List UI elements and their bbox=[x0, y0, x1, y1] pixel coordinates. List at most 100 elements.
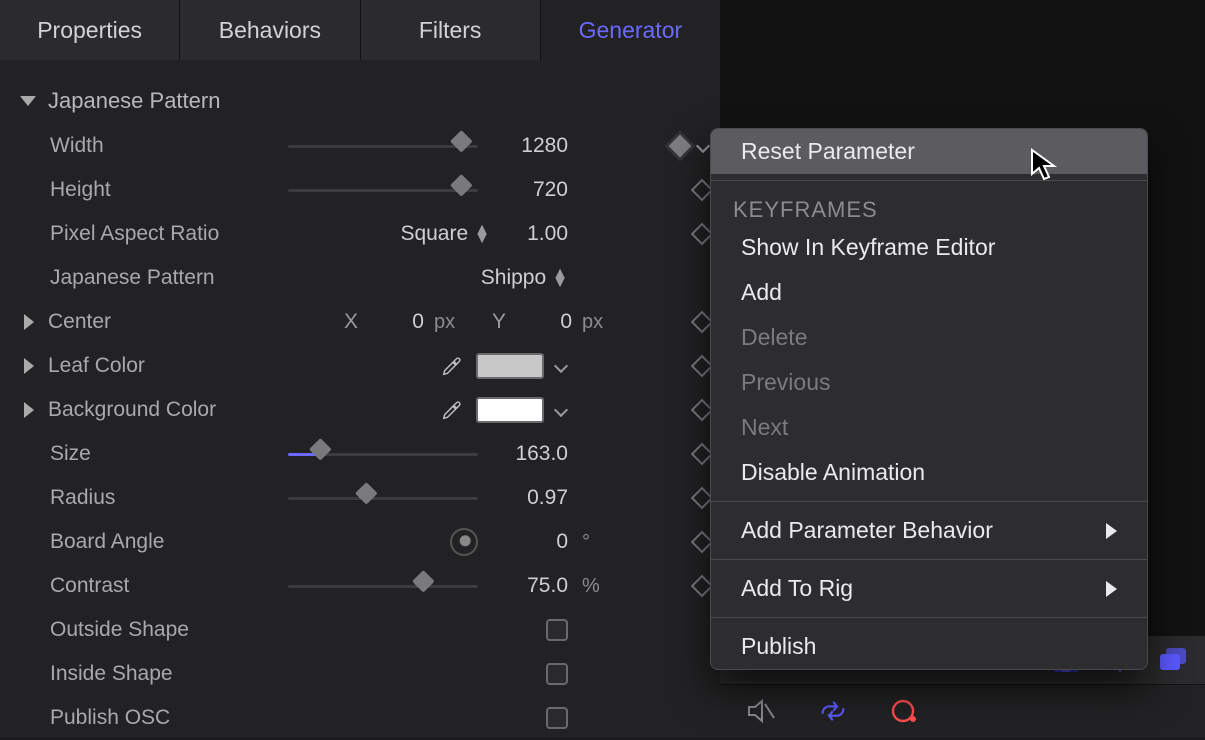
menu-disable-animation[interactable]: Disable Animation bbox=[711, 450, 1147, 495]
param-row-outside-shape: Outside Shape bbox=[20, 608, 710, 652]
width-slider[interactable] bbox=[288, 136, 478, 156]
radius-value[interactable]: 0.97 bbox=[488, 486, 568, 510]
menu-add-to-rig[interactable]: Add To Rig bbox=[711, 566, 1147, 611]
menu-previous: Previous bbox=[711, 360, 1147, 405]
param-row-bg-color: Background Color bbox=[20, 388, 710, 432]
stack-icon[interactable] bbox=[1159, 645, 1189, 675]
outside-checkbox[interactable] bbox=[546, 619, 568, 641]
menu-separator bbox=[711, 501, 1147, 502]
param-label: Pixel Aspect Ratio bbox=[50, 222, 250, 246]
menu-item-label: Add Parameter Behavior bbox=[741, 517, 993, 544]
par-select[interactable]: Square ▲▼ bbox=[400, 222, 490, 246]
param-row-publish-osc: Publish OSC bbox=[20, 696, 710, 740]
contrast-slider[interactable] bbox=[288, 576, 478, 596]
param-label: Board Angle bbox=[50, 530, 250, 554]
group-japanese-pattern[interactable]: Japanese Pattern bbox=[20, 88, 710, 114]
eyedropper-icon[interactable] bbox=[438, 396, 466, 424]
menu-item-label: Add To Rig bbox=[741, 575, 853, 602]
disclosure-right-icon[interactable] bbox=[24, 314, 34, 330]
pattern-select-value: Shippo bbox=[481, 266, 546, 290]
angle-value[interactable]: 0 bbox=[488, 530, 568, 554]
param-label: Outside Shape bbox=[50, 618, 250, 642]
menu-section-keyframes: KEYFRAMES bbox=[711, 187, 1147, 225]
menu-separator bbox=[711, 559, 1147, 560]
submenu-arrow-icon bbox=[1106, 523, 1117, 539]
menu-separator bbox=[711, 617, 1147, 618]
timing-toolbar bbox=[720, 685, 1205, 737]
parameter-list: Japanese Pattern Width 1280 Height bbox=[0, 60, 720, 740]
contrast-unit: % bbox=[582, 575, 610, 598]
param-label: Background Color bbox=[48, 398, 224, 422]
color-menu-icon[interactable] bbox=[554, 403, 568, 417]
param-label: Inside Shape bbox=[50, 662, 250, 686]
record-icon[interactable] bbox=[890, 696, 920, 726]
menu-next: Next bbox=[711, 405, 1147, 450]
inside-checkbox[interactable] bbox=[546, 663, 568, 685]
param-label: Center bbox=[48, 310, 224, 334]
color-menu-icon[interactable] bbox=[554, 359, 568, 373]
menu-separator bbox=[711, 180, 1147, 181]
mute-icon[interactable] bbox=[746, 696, 776, 726]
disclosure-right-icon[interactable] bbox=[24, 358, 34, 374]
submenu-arrow-icon bbox=[1106, 581, 1117, 597]
param-row-center: Center X 0 px Y 0 px bbox=[20, 300, 710, 344]
param-label: Radius bbox=[50, 486, 250, 510]
x-unit: px bbox=[434, 311, 462, 334]
contrast-value[interactable]: 75.0 bbox=[488, 574, 568, 598]
height-value[interactable]: 720 bbox=[488, 178, 568, 202]
param-row-contrast: Contrast 75.0 % bbox=[20, 564, 710, 608]
param-label: Japanese Pattern bbox=[50, 266, 250, 290]
eyedropper-icon[interactable] bbox=[438, 352, 466, 380]
param-label: Width bbox=[50, 134, 250, 158]
osc-checkbox[interactable] bbox=[546, 707, 568, 729]
updown-icon: ▲▼ bbox=[552, 269, 568, 287]
angle-dial[interactable] bbox=[450, 528, 478, 556]
param-label: Publish OSC bbox=[50, 706, 250, 730]
param-label: Size bbox=[50, 442, 250, 466]
tab-properties[interactable]: Properties bbox=[0, 0, 180, 60]
loop-icon[interactable] bbox=[818, 696, 848, 726]
width-value[interactable]: 1280 bbox=[488, 134, 568, 158]
bg-color-well[interactable] bbox=[476, 397, 544, 423]
menu-add[interactable]: Add bbox=[711, 270, 1147, 315]
animation-context-menu: Reset Parameter KEYFRAMES Show In Keyfra… bbox=[710, 128, 1148, 670]
size-value[interactable]: 163.0 bbox=[488, 442, 568, 466]
param-row-leaf-color: Leaf Color bbox=[20, 344, 710, 388]
param-row-inside-shape: Inside Shape bbox=[20, 652, 710, 696]
x-label: X bbox=[344, 310, 358, 334]
tab-behaviors[interactable]: Behaviors bbox=[180, 0, 360, 60]
param-row-height: Height 720 bbox=[20, 168, 710, 212]
menu-show-in-keyframe-editor[interactable]: Show In Keyframe Editor bbox=[711, 225, 1147, 270]
group-title: Japanese Pattern bbox=[48, 88, 220, 114]
param-row-width: Width 1280 bbox=[20, 124, 710, 168]
keyframe-icon[interactable] bbox=[669, 135, 692, 158]
param-label: Height bbox=[50, 178, 250, 202]
radius-slider[interactable] bbox=[288, 488, 478, 508]
disclosure-down-icon bbox=[20, 96, 36, 106]
size-slider[interactable] bbox=[288, 444, 478, 464]
menu-reset-parameter[interactable]: Reset Parameter bbox=[711, 129, 1147, 174]
param-row-par: Pixel Aspect Ratio Square ▲▼ 1.00 bbox=[20, 212, 710, 256]
param-label: Leaf Color bbox=[48, 354, 224, 378]
param-row-size: Size 163.0 bbox=[20, 432, 710, 476]
y-unit: px bbox=[582, 311, 610, 334]
menu-delete: Delete bbox=[711, 315, 1147, 360]
inspector-panel: Properties Behaviors Filters Generator J… bbox=[0, 0, 720, 737]
pattern-select[interactable]: Shippo ▲▼ bbox=[481, 266, 568, 290]
disclosure-right-icon[interactable] bbox=[24, 402, 34, 418]
tab-filters[interactable]: Filters bbox=[361, 0, 541, 60]
leaf-color-well[interactable] bbox=[476, 353, 544, 379]
center-x-value[interactable]: 0 bbox=[364, 310, 424, 334]
param-label: Contrast bbox=[50, 574, 250, 598]
height-slider[interactable] bbox=[288, 180, 478, 200]
tab-generator[interactable]: Generator bbox=[541, 0, 720, 60]
inspector-tabs: Properties Behaviors Filters Generator bbox=[0, 0, 720, 60]
menu-add-parameter-behavior[interactable]: Add Parameter Behavior bbox=[711, 508, 1147, 553]
param-row-radius: Radius 0.97 bbox=[20, 476, 710, 520]
angle-unit: ° bbox=[582, 531, 610, 554]
center-y-value[interactable]: 0 bbox=[512, 310, 572, 334]
menu-publish[interactable]: Publish bbox=[711, 624, 1147, 669]
par-value[interactable]: 1.00 bbox=[500, 222, 568, 246]
animation-menu-icon[interactable] bbox=[696, 139, 710, 153]
par-select-value: Square bbox=[400, 222, 468, 246]
